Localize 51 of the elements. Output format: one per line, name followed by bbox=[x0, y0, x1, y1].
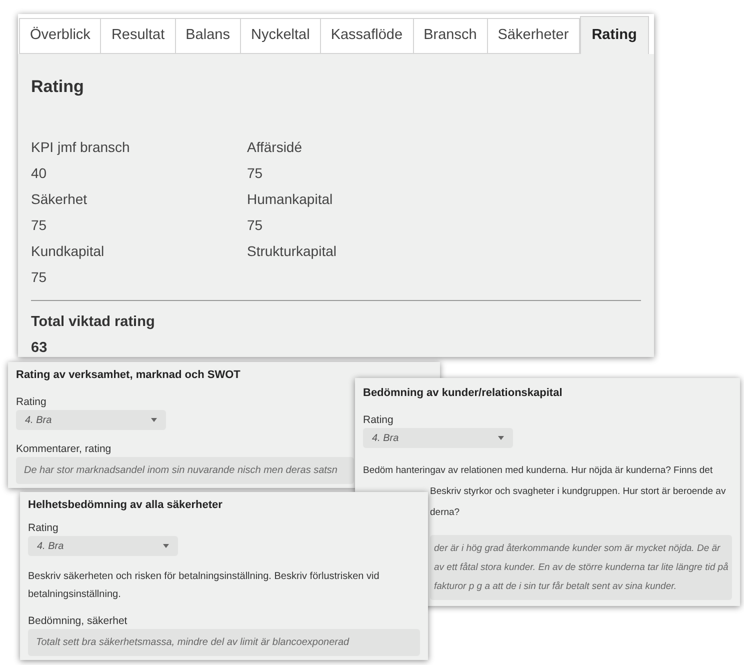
description-text: Bedöm hanteringav av relationen med kunderna. Hur nöjda är kunderna? Finns det bbox=[363, 464, 713, 478]
total-label: Total viktad rating bbox=[31, 312, 156, 332]
comment-line: av ett fåtal stora kunder. En av de större kunderna tar lite längre tid på bbox=[434, 561, 728, 575]
comment-line: der är i hög grad återkommande kunder som är mycket nöjda. De är bbox=[434, 542, 720, 556]
metric-label: Humankapital bbox=[247, 190, 334, 209]
caret-icon bbox=[151, 418, 157, 422]
description-text: Beskriv säkerheten och risken för betalningsinställning. Beskriv förlustrisken vid betalningsinställning. bbox=[28, 570, 380, 602]
tab[interactable]: Balans bbox=[174, 18, 241, 54]
tab[interactable]: Säkerheter bbox=[486, 18, 580, 54]
field-label: Rating bbox=[16, 395, 48, 410]
field-label: Rating bbox=[28, 521, 60, 536]
tab[interactable]: Bransch bbox=[412, 18, 488, 54]
comment-text: Totalt sett bra säkerhetsmassa, mindre del av limit är blancoexponerad bbox=[36, 636, 350, 650]
metric-value: 75 bbox=[31, 268, 48, 286]
card-title: Helhetsbedömning av alla säkerheter bbox=[28, 498, 224, 513]
metric-label: Kundkapital bbox=[31, 242, 106, 261]
description-text: Beskriv styrkor och svagheter i kundgruppen. Hur stort är beroende av bbox=[430, 485, 726, 499]
rating-select[interactable]: 4. Bra bbox=[28, 536, 178, 556]
field-label: Bedömning, säkerhet bbox=[28, 614, 128, 629]
comment-field[interactable] bbox=[430, 535, 732, 600]
description-text: derna? bbox=[430, 506, 460, 520]
rating-select[interactable]: 4. Bra bbox=[363, 428, 513, 448]
field-label: Kommentarer, rating bbox=[16, 442, 112, 457]
rating-select[interactable]: 4. Bra bbox=[16, 410, 166, 430]
select-value: 4. Bra bbox=[372, 432, 399, 446]
select-value: 4. Bra bbox=[37, 540, 64, 554]
metric-label: KPI jmf bransch bbox=[31, 138, 131, 157]
caret-icon bbox=[498, 436, 504, 440]
tab[interactable]: Resultat bbox=[100, 18, 176, 54]
card-title: Bedömning av kunder/relationskapital bbox=[363, 386, 564, 401]
metric-value: 40 bbox=[31, 164, 48, 182]
card-title: Rating av verksamhet, marknad och SWOT bbox=[16, 368, 242, 383]
tab[interactable]: Nyckeltal bbox=[240, 18, 321, 54]
comment-text: De har stor marknadsandel inom sin nuvarande nisch men deras satsn bbox=[24, 464, 338, 478]
comment-field[interactable]: Totalt sett bra säkerhetsmassa, mindre del av limit är blancoexponerad bbox=[28, 629, 420, 656]
tab[interactable]: Kassaflöde bbox=[320, 18, 414, 54]
caret-icon bbox=[163, 544, 169, 548]
field-label: Rating bbox=[363, 413, 394, 428]
tab[interactable]: Rating bbox=[580, 16, 649, 54]
comment-line: fakturor p g a att de i sin tur får betalt sent av sina kunder. bbox=[434, 580, 677, 594]
comment-field[interactable]: De har stor marknadsandel inom sin nuvarande nisch men deras satsn bbox=[16, 457, 354, 484]
total-value: 63 bbox=[31, 338, 48, 358]
metric-label: Säkerhet bbox=[31, 190, 88, 208]
metric-label: Affärsidé bbox=[247, 138, 303, 156]
metric-value: 75 bbox=[247, 216, 264, 234]
tab[interactable]: Överblick bbox=[19, 18, 102, 54]
metric-value: 75 bbox=[31, 216, 48, 234]
metric-label: Strukturkapital bbox=[247, 242, 338, 261]
select-value: 4. Bra bbox=[25, 414, 52, 428]
section-title: Rating bbox=[31, 76, 85, 98]
metric-value: 75 bbox=[247, 164, 264, 182]
